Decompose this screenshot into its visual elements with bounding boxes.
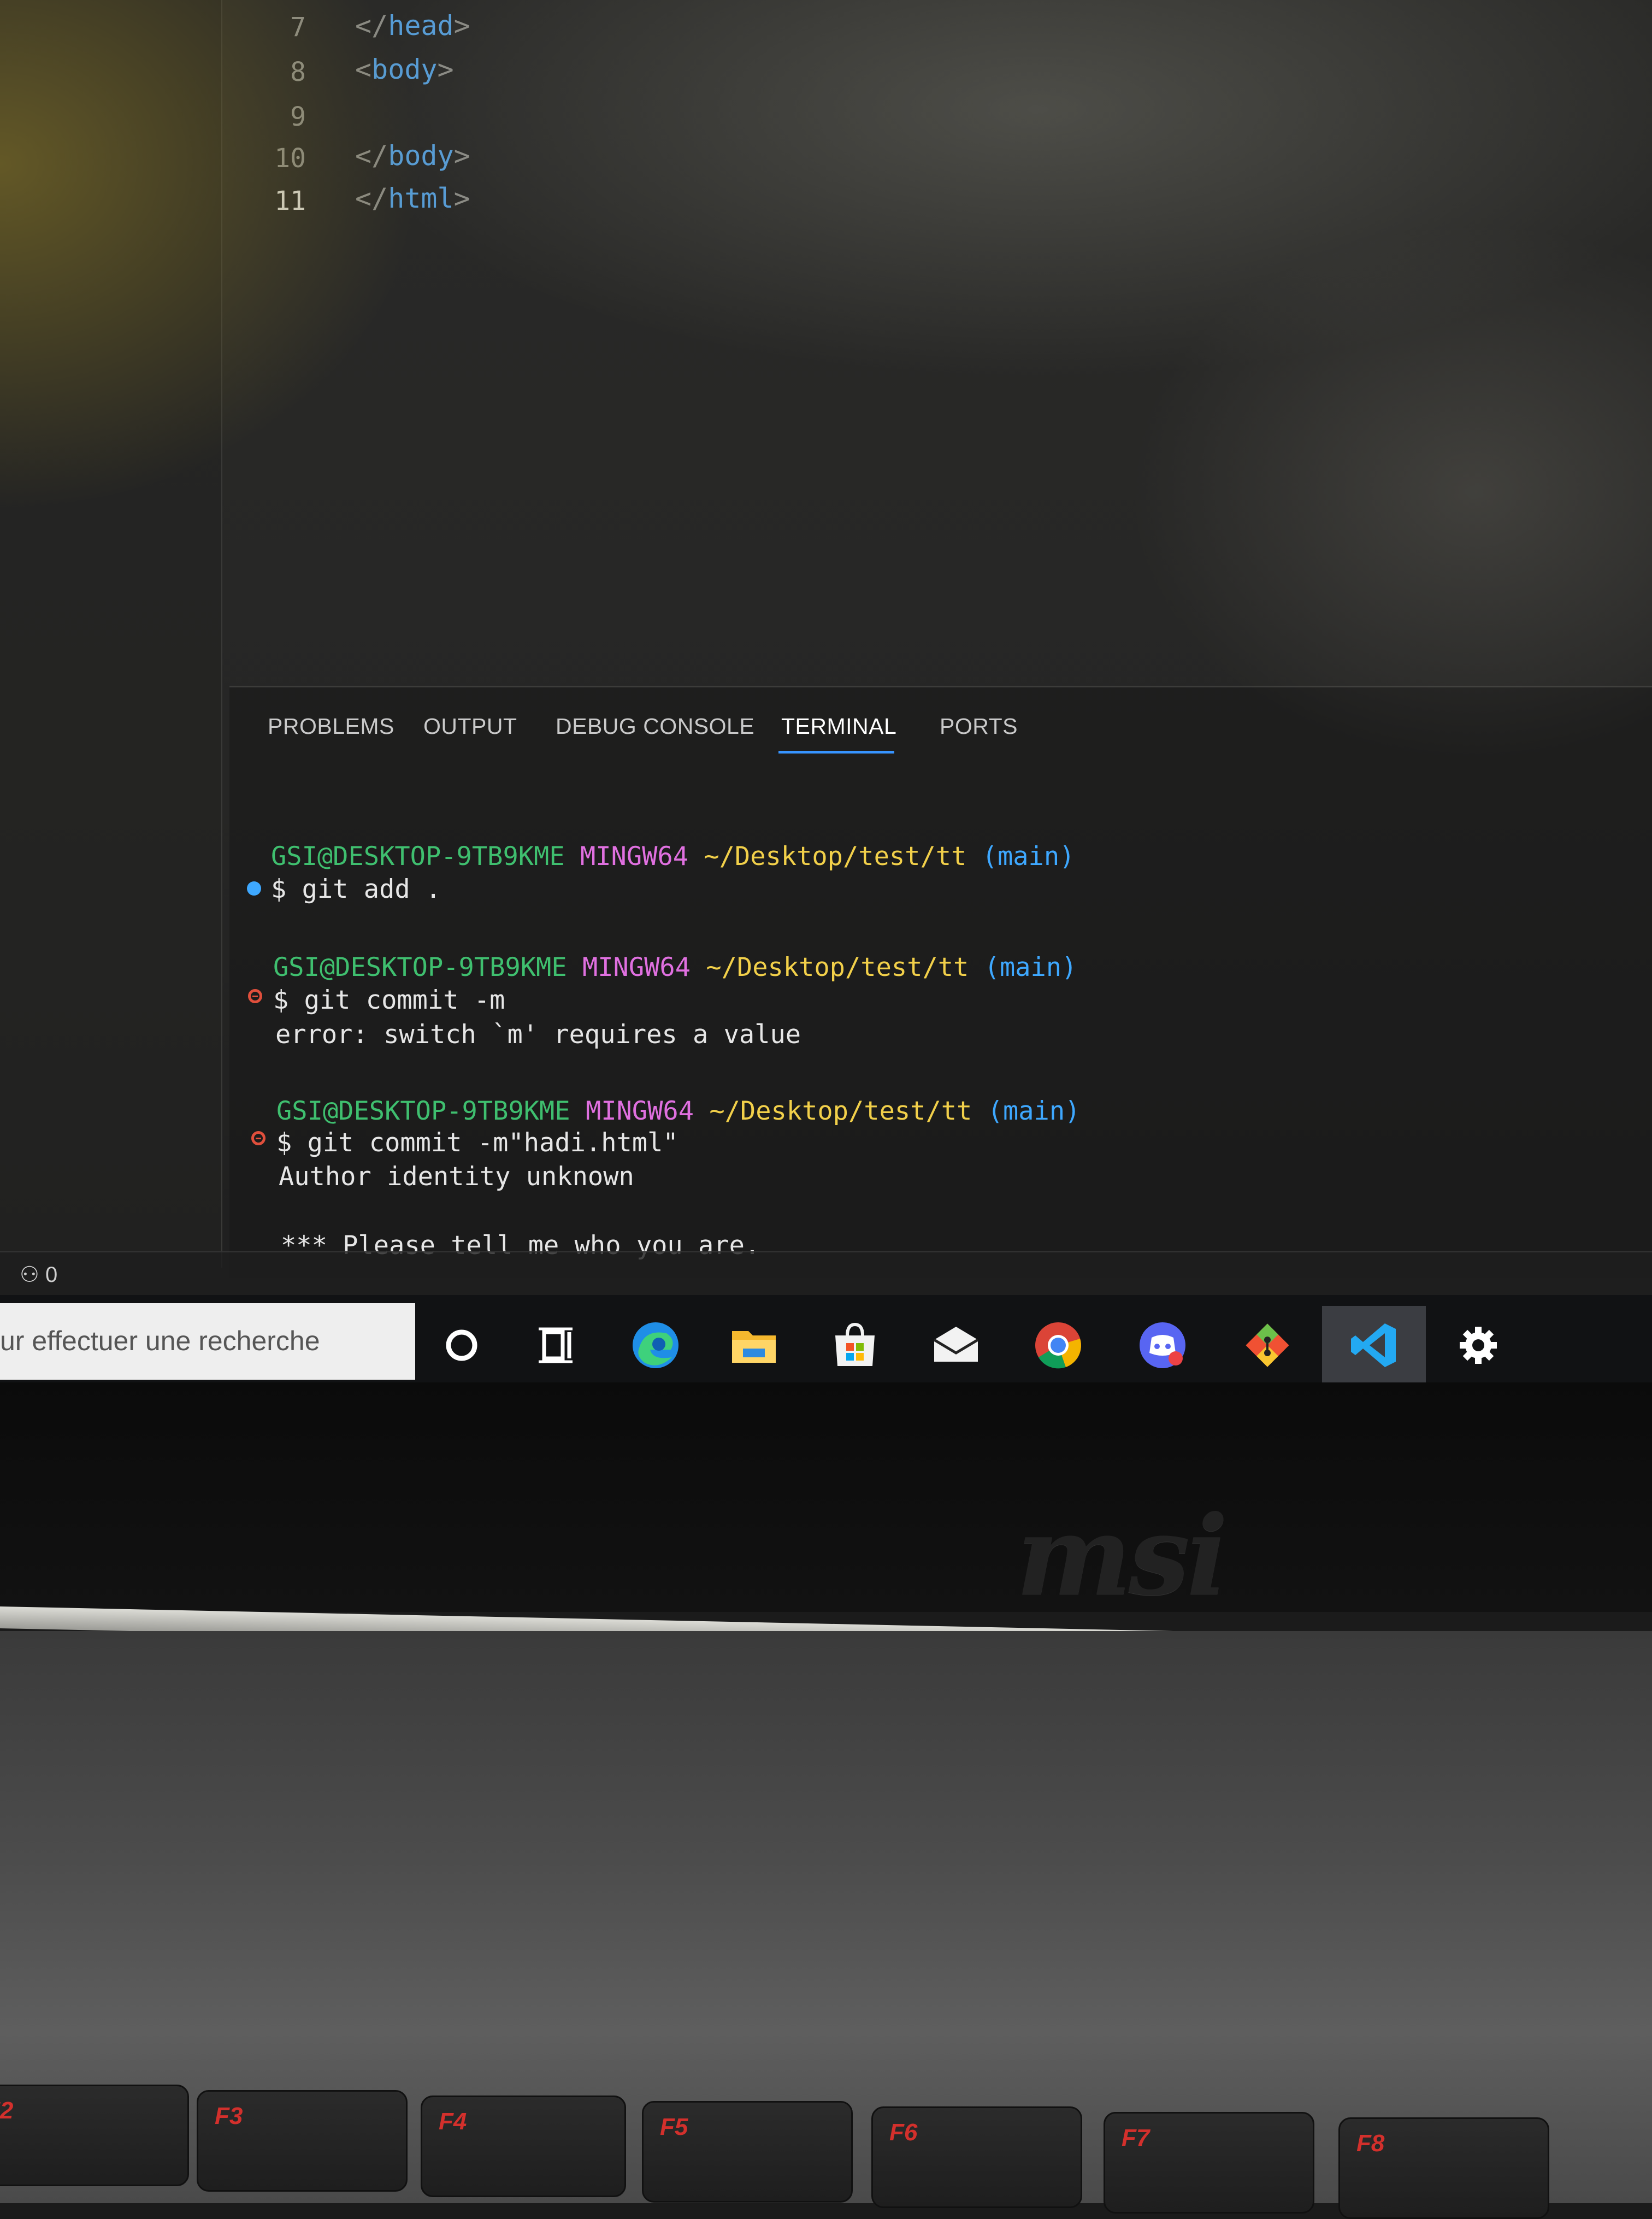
key-label: F7	[1122, 2124, 1150, 2151]
brand-logo: msi	[1016, 1492, 1228, 1620]
code-tag: html	[388, 183, 454, 214]
file-explorer-icon[interactable]	[727, 1318, 781, 1373]
key-label: F3	[215, 2103, 243, 2129]
prompt-path: ~/Desktop/test/tt	[706, 952, 969, 982]
key-label: F6	[889, 2119, 918, 2146]
code-bracket: >	[453, 183, 470, 214]
key-f4[interactable]: F4	[421, 2096, 626, 2197]
key-f3[interactable]: F3	[197, 2090, 408, 2192]
settings-icon[interactable]	[1451, 1318, 1506, 1373]
code-bracket: >	[453, 10, 470, 42]
chrome-icon[interactable]	[1031, 1318, 1085, 1373]
code-bracket: </	[355, 140, 388, 172]
mail-icon[interactable]	[929, 1318, 983, 1373]
prompt-user: GSI@DESKTOP-9TB9KME	[273, 952, 567, 982]
tab-output[interactable]: OUTPUT	[423, 714, 517, 739]
taskbar-search[interactable]: ur effectuer une recherche	[0, 1303, 415, 1380]
discord-icon[interactable]	[1135, 1318, 1190, 1373]
prompt-path: ~/Desktop/test/tt	[704, 841, 967, 872]
terminal-command: $ git commit -m	[273, 985, 505, 1015]
key-f6[interactable]: F6	[871, 2106, 1082, 2208]
store-icon[interactable]	[828, 1318, 882, 1373]
key-label: F2	[0, 2097, 14, 2124]
ports-indicator[interactable]: ⚇ 0	[20, 1262, 57, 1287]
terminal-output-line: Author identity unknown	[279, 1162, 634, 1192]
code-bracket: >	[437, 54, 454, 85]
keyboard-deck: F2 F3 F4 F5 F6 F7 F8	[0, 1631, 1652, 2219]
line-number: 7	[290, 12, 306, 43]
windows-taskbar: ur effectuer une recherche	[0, 1295, 1652, 1390]
search-placeholder: ur effectuer une recherche	[0, 1326, 320, 1356]
key-label: F8	[1356, 2130, 1385, 2157]
tab-ports[interactable]: PORTS	[940, 714, 1018, 739]
terminal-prompt: GSI@DESKTOP-9TB9KME MINGW64 ~/Desktop/te…	[271, 841, 1075, 872]
sidebar	[0, 0, 222, 1268]
key-f5[interactable]: F5	[642, 2101, 853, 2203]
bottom-panel: PROBLEMS OUTPUT DEBUG CONSOLE TERMINAL P…	[229, 686, 1652, 1278]
terminal-prompt: GSI@DESKTOP-9TB9KME MINGW64 ~/Desktop/te…	[273, 952, 1077, 982]
line-number: 11	[274, 186, 306, 216]
tab-terminal[interactable]: TERMINAL	[781, 714, 896, 739]
line-number: 8	[290, 57, 306, 87]
task-view-icon[interactable]	[529, 1318, 583, 1373]
prompt-system: MINGW64	[582, 952, 691, 982]
terminal-prompt: GSI@DESKTOP-9TB9KME MINGW64 ~/Desktop/te…	[276, 1096, 1080, 1126]
cortana-icon[interactable]	[434, 1318, 489, 1373]
key-f2[interactable]: F2	[0, 2085, 189, 2186]
prompt-system: MINGW64	[580, 841, 689, 872]
prompt-branch: (main)	[984, 952, 1077, 982]
code-bracket: </	[355, 10, 388, 42]
command-error-icon[interactable]	[251, 1131, 266, 1145]
vscode-window: 7 </head> 8 <body> 9 10 </body> 11 </htm…	[0, 0, 1652, 1311]
line-number: 9	[290, 102, 306, 132]
edge-icon[interactable]	[628, 1318, 683, 1373]
terminal-error-text: error: switch `m' requires a value	[275, 1020, 801, 1050]
code-bracket: </	[355, 183, 388, 214]
prompt-branch: (main)	[987, 1096, 1081, 1126]
terminal-command: $ git commit -m"hadi.html"	[276, 1128, 678, 1158]
key-label: F4	[439, 2108, 467, 2135]
line-number: 10	[274, 143, 306, 174]
key-f7[interactable]: F7	[1104, 2112, 1314, 2214]
prompt-user: GSI@DESKTOP-9TB9KME	[276, 1096, 570, 1126]
code-bracket: >	[453, 140, 470, 172]
screen-bezel	[0, 1382, 1652, 1612]
code-tag: head	[388, 10, 454, 42]
command-error-icon[interactable]	[248, 989, 262, 1003]
git-icon[interactable]	[1240, 1318, 1295, 1373]
tab-problems[interactable]: PROBLEMS	[268, 714, 394, 739]
code-line[interactable]: </body>	[355, 140, 470, 172]
ports-count: 0	[45, 1263, 58, 1287]
key-f8[interactable]: F8	[1338, 2117, 1549, 2219]
code-line[interactable]: </head>	[355, 10, 470, 42]
prompt-path: ~/Desktop/test/tt	[709, 1096, 972, 1126]
status-bar: ⚇ 0	[0, 1251, 1652, 1296]
code-bracket: <	[355, 54, 372, 85]
prompt-user: GSI@DESKTOP-9TB9KME	[271, 841, 565, 872]
terminal-command: $ git add .	[271, 874, 441, 904]
prompt-system: MINGW64	[585, 1096, 694, 1126]
broadcast-icon: ⚇	[20, 1263, 39, 1287]
tab-debug-console[interactable]: DEBUG CONSOLE	[556, 714, 754, 739]
code-line[interactable]: </html>	[355, 183, 470, 214]
vscode-icon[interactable]	[1347, 1318, 1401, 1373]
prompt-branch: (main)	[982, 841, 1075, 872]
code-tag: body	[388, 140, 454, 172]
code-line[interactable]: <body>	[355, 54, 454, 85]
code-tag: body	[371, 54, 438, 85]
command-success-icon[interactable]	[247, 881, 261, 896]
active-tab-indicator	[778, 751, 894, 754]
key-label: F5	[660, 2114, 688, 2140]
